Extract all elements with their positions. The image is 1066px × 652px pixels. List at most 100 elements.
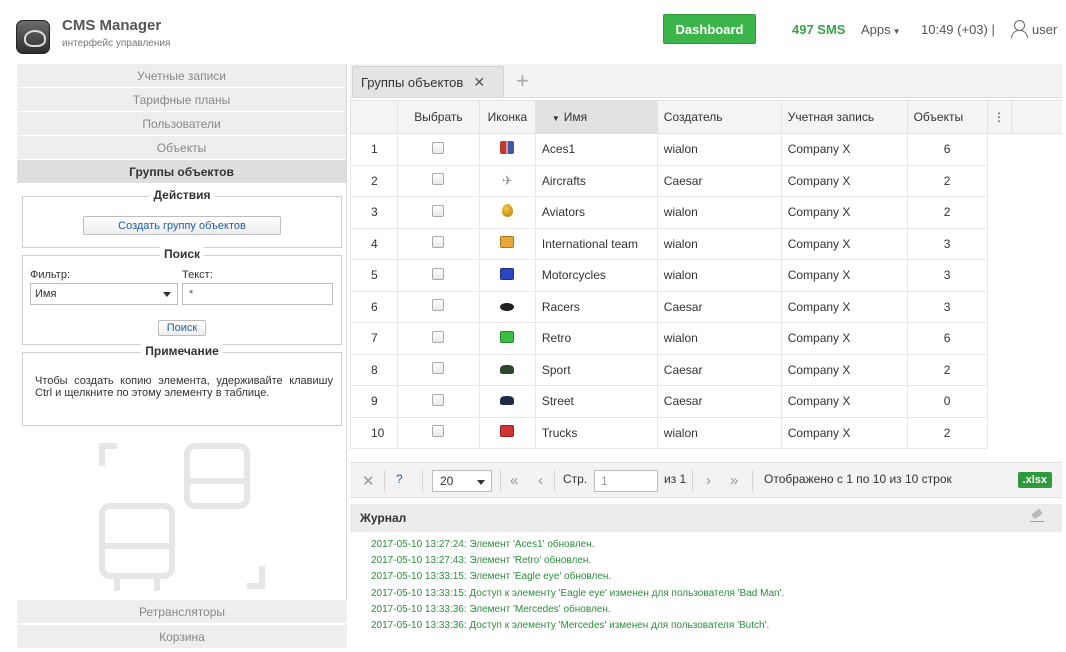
row-name[interactable]: Trucks [534, 416, 658, 449]
col-account[interactable]: Учетная запись [780, 100, 908, 134]
eraser-icon[interactable] [1030, 510, 1044, 522]
row-icon-cell [478, 259, 536, 292]
filter-select[interactable]: Имя [30, 283, 178, 305]
table-row[interactable]: 7 Retro wialon Company X6 [350, 322, 1063, 355]
col-objects[interactable]: Объекты [906, 100, 988, 134]
text-label: Текст: [182, 269, 213, 281]
journal-entry: 2017-05-10 13:33:36: Элемент 'Mercedes' … [371, 603, 611, 615]
row-objects: 6 [906, 322, 988, 355]
divider [422, 470, 423, 492]
sms-counter[interactable]: 497 SMS [792, 22, 845, 37]
sidebar-item-accounts[interactable]: Учетные записи [17, 64, 346, 88]
sidebar-item-users[interactable]: Пользователи [17, 112, 346, 136]
col-creator[interactable]: Создатель [656, 100, 782, 134]
clear-filter-icon[interactable]: ✕ [362, 472, 375, 490]
row-checkbox[interactable] [432, 330, 445, 343]
row-name[interactable]: Aces1 [534, 133, 658, 166]
table-row[interactable]: 5 Motorcycles wialon Company X3 [350, 259, 1063, 292]
export-xlsx-button[interactable]: .xlsx [1017, 472, 1052, 488]
table-row[interactable]: 1 Aces1 wialon Company X6 [350, 133, 1063, 166]
page-label: Стр. [563, 472, 588, 486]
filter-label: Фильтр: [30, 269, 71, 281]
col-icon[interactable]: Иконка [478, 100, 536, 134]
next-page-icon[interactable]: › [706, 472, 711, 489]
row-checkbox[interactable] [432, 299, 445, 312]
app-title: CMS Manager [62, 17, 162, 34]
col-select[interactable]: Выбрать [396, 100, 480, 134]
table-row[interactable]: 6 Racers Caesar Company X3 [350, 290, 1063, 323]
dashboard-button[interactable]: Dashboard [663, 14, 756, 44]
sidebar-item-retranslators[interactable]: Ретрансляторы [17, 600, 347, 624]
row-icon-cell [478, 227, 536, 260]
column-menu-icon[interactable]: ⋮ [986, 100, 1012, 134]
table-row[interactable]: 4 International team wialon Company X3 [350, 227, 1063, 260]
table-row[interactable]: 2 ✈ Aircrafts Caesar Company X2 [350, 164, 1063, 197]
sidebar: Учетные записи Тарифные планы Пользовате… [17, 64, 347, 649]
sidebar-item-unit-groups[interactable]: Группы объектов [17, 160, 346, 184]
prev-page-icon[interactable]: ‹ [538, 472, 543, 489]
search-text-input[interactable]: * [182, 283, 333, 305]
table-row[interactable]: 10 Trucks wialon Company X2 [350, 416, 1063, 449]
row-creator: wialon [656, 259, 782, 292]
row-name[interactable]: Aircrafts [534, 164, 658, 197]
user-menu[interactable]: user [1010, 20, 1057, 38]
row-number: 6 [350, 290, 398, 323]
row-select-cell [396, 322, 480, 355]
row-select-cell [396, 196, 480, 229]
row-number: 9 [350, 385, 398, 418]
row-checkbox[interactable] [432, 362, 445, 375]
row-name[interactable]: Motorcycles [534, 259, 658, 292]
row-select-cell [396, 416, 480, 449]
tab-unit-groups[interactable]: Группы объектов ✕ [352, 66, 504, 97]
sidebar-item-billing-plans[interactable]: Тарифные планы [17, 88, 346, 112]
col-name[interactable]: ▼ Имя [534, 100, 658, 134]
row-account: Company X [780, 290, 908, 323]
row-name[interactable]: Street [534, 385, 658, 418]
row-name[interactable]: Racers [534, 290, 658, 323]
search-title: Поиск [159, 247, 204, 261]
table-row[interactable]: 3 Aviators wialon Company X2 [350, 196, 1063, 229]
journal-log: 2017-05-10 13:27:24: Элемент 'Aces1' обн… [371, 537, 1051, 634]
close-icon[interactable]: ✕ [473, 74, 485, 91]
row-checkbox[interactable] [432, 425, 445, 438]
create-unit-group-button[interactable]: Создать группу объектов [83, 216, 281, 235]
page-total: из 1 [664, 472, 687, 486]
table-row[interactable]: 8 Sport Caesar Company X2 [350, 353, 1063, 386]
first-page-icon[interactable]: « [510, 472, 518, 489]
sidebar-item-units[interactable]: Объекты [17, 136, 346, 160]
row-creator: wialon [656, 322, 782, 355]
user-icon [1010, 20, 1028, 38]
row-number: 4 [350, 227, 398, 260]
row-checkbox[interactable] [432, 393, 445, 406]
last-page-icon[interactable]: » [730, 472, 738, 489]
row-name[interactable]: International team [534, 227, 658, 260]
table-row[interactable]: 9 Street Caesar Company X0 [350, 385, 1063, 418]
col-name-label: Имя [563, 110, 588, 124]
row-creator: wialon [656, 227, 782, 260]
row-checkbox[interactable] [432, 204, 445, 217]
page-number-input[interactable]: 1 [594, 470, 658, 492]
row-name[interactable]: Sport [534, 353, 658, 386]
apps-menu[interactable]: Apps ▼ [861, 22, 901, 37]
row-number: 7 [350, 322, 398, 355]
clock: 10:49 (+03) | [921, 22, 995, 37]
sidebar-item-recycle-bin[interactable]: Корзина [17, 625, 347, 649]
row-account: Company X [780, 196, 908, 229]
row-number: 8 [350, 353, 398, 386]
page-size-select[interactable]: 20 [432, 470, 492, 492]
app-header: CMS Manager интерфейс управления Dashboa… [0, 0, 1066, 60]
row-account: Company X [780, 385, 908, 418]
add-tab-icon[interactable]: + [516, 68, 529, 94]
search-button[interactable]: Поиск [158, 320, 206, 336]
row-select-cell [396, 133, 480, 166]
row-checkbox[interactable] [432, 236, 445, 249]
row-name[interactable]: Retro [534, 322, 658, 355]
row-checkbox[interactable] [432, 267, 445, 280]
row-objects: 3 [906, 290, 988, 323]
row-objects: 6 [906, 133, 988, 166]
help-icon[interactable]: ? [396, 472, 403, 486]
row-checkbox[interactable] [432, 173, 445, 186]
journal-entry: 2017-05-10 13:33:15: Доступ к элементу '… [371, 587, 785, 599]
row-name[interactable]: Aviators [534, 196, 658, 229]
row-checkbox[interactable] [432, 141, 445, 154]
